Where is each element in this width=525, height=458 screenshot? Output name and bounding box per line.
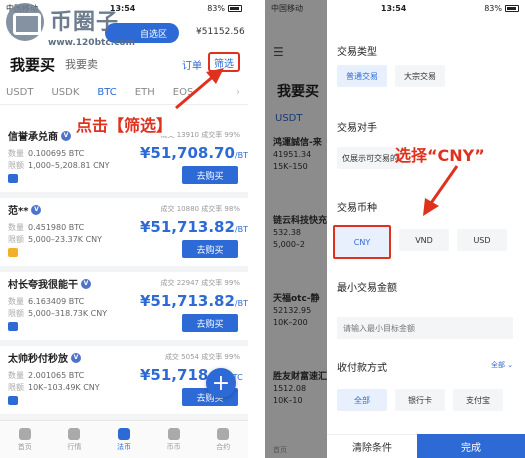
trade-type-title: 交易类型 xyxy=(337,47,377,58)
payment-bank-card[interactable]: 银行卡 xyxy=(395,389,445,411)
done-button[interactable]: 完成 xyxy=(417,434,525,458)
left-phone-screen: 币圈子 www.120btc.com 中国移动 13:54 83% 自选区 ¥5… xyxy=(0,0,248,458)
nav-icon xyxy=(217,427,230,440)
nav-icon xyxy=(18,427,31,440)
annotation-arrow-icon xyxy=(175,68,224,110)
counterparty-title: 交易对手 xyxy=(337,123,377,134)
verified-icon: V xyxy=(81,278,91,289)
unit-price: ¥51,713.82/BTC xyxy=(140,292,248,310)
limit: 限额 10K–103.49K CNY xyxy=(8,383,100,392)
coin-tab-usdk[interactable]: USDK xyxy=(51,87,79,98)
watermark-logo-icon xyxy=(6,3,44,41)
payment-method-icon xyxy=(8,248,18,257)
carrier: 中国移动 xyxy=(271,4,303,13)
coin-tab-usdt[interactable]: USDT xyxy=(6,87,33,98)
nav-icon xyxy=(68,427,81,440)
nav-icon xyxy=(167,427,180,440)
buy-button[interactable]: 去购买 xyxy=(182,240,238,258)
coin-tab-eth[interactable]: ETH xyxy=(135,87,155,98)
limit: 限额 5,000–318.73K CNY xyxy=(8,309,108,318)
payment-all-toggle[interactable]: 全部 ⌄ xyxy=(491,360,513,370)
payment-method-icon xyxy=(8,396,18,405)
quantity: 数量 0.451980 BTC xyxy=(8,223,85,232)
nav-icon xyxy=(117,427,130,440)
payment-title: 收付款方式 xyxy=(337,363,387,374)
battery-icon xyxy=(505,5,519,12)
quantity: 数量 6.163409 BTC xyxy=(8,297,85,306)
clock: 13:54 xyxy=(380,4,407,13)
min-amount-input[interactable] xyxy=(337,317,513,339)
buy-button[interactable]: 去购买 xyxy=(182,314,238,332)
merchant-stats: 成交 10880 成交率 98% xyxy=(160,205,240,213)
nav-item[interactable]: 首页 xyxy=(18,427,32,452)
unit-price: ¥51,708.70/BTC xyxy=(140,144,248,162)
coin-tab-btc[interactable]: BTC xyxy=(97,87,116,98)
battery-percent: 83% xyxy=(484,4,502,13)
quantity: 数量 0.100695 BTC xyxy=(8,149,85,158)
nav-item[interactable]: 法币 xyxy=(117,427,131,452)
chevron-down-icon: ⌄ xyxy=(507,361,514,369)
watermark-url: www.120btc.com xyxy=(48,38,135,48)
payment-alipay[interactable]: 支付宝 xyxy=(453,389,503,411)
counterparty-tradable-only[interactable]: 仅展示可交易的 xyxy=(337,147,403,169)
payment-method-icon xyxy=(8,174,18,183)
quantity: 数量 2.001065 BTC xyxy=(8,371,85,380)
nav-item[interactable]: 合约 xyxy=(216,427,230,452)
annotation-select-cny: 选择“CNY” xyxy=(395,146,485,165)
listing-item: 范** V 成交 10880 成交率 98% 数量 0.451980 BTC 限额 5,00… xyxy=(0,198,248,272)
add-button[interactable]: + xyxy=(206,368,236,398)
verified-icon: V xyxy=(31,204,42,215)
verified-icon: V xyxy=(71,352,81,363)
battery-icon xyxy=(228,5,242,12)
site-watermark: 币圈子 www.120btc.com xyxy=(2,0,135,62)
nav-item[interactable]: 行情 xyxy=(67,427,81,452)
limit: 限额 1,000–5,208.81 CNY xyxy=(8,161,110,170)
payment-all[interactable]: 全部 xyxy=(337,389,387,411)
status-bar: 中国移动 13:54 83% xyxy=(265,0,525,17)
watermark-title: 币圈子 xyxy=(50,10,120,35)
verified-icon: V xyxy=(61,130,71,141)
payment-method-icon xyxy=(8,322,18,331)
nav-item[interactable]: 币币 xyxy=(167,427,181,452)
listing-item: 村长夸我很能干 V 成交 22947 成交率 99% 数量 6.163409 BTC 限额… xyxy=(0,272,248,346)
currency-cny[interactable]: CNY xyxy=(333,225,391,259)
merchant-stats: 成交 5054 成交率 99% xyxy=(164,353,240,361)
overlay-dim[interactable] xyxy=(265,0,327,458)
clear-conditions-button[interactable]: 清除条件 xyxy=(327,434,417,458)
currency-usd[interactable]: USD xyxy=(457,229,507,251)
unit-price: ¥51,713.82/BTC xyxy=(140,218,248,236)
merchant-stats: 成交 22947 成交率 99% xyxy=(160,279,240,287)
drawer-footer: 清除条件 完成 xyxy=(327,434,525,458)
filter-drawer: 交易类型 普通交易 大宗交易 交易对手 仅展示可交易的 交易币种 CNY VND… xyxy=(327,17,525,458)
trade-type-normal[interactable]: 普通交易 xyxy=(337,65,387,87)
currency-title: 交易币种 xyxy=(337,203,377,214)
limit: 限额 5,000–23.37K CNY xyxy=(8,235,103,244)
min-amount-title: 最小交易金额 xyxy=(337,283,397,294)
right-phone-screen: 中国移动 13:54 83% ☰ 我要买 USDT 鸿運誠信-来 41951.34… xyxy=(265,0,525,458)
buy-button[interactable]: 去购买 xyxy=(182,166,238,184)
currency-vnd[interactable]: VND xyxy=(399,229,449,251)
trade-type-bulk[interactable]: 大宗交易 xyxy=(395,65,445,87)
balance: ¥51152.56 xyxy=(196,27,245,37)
battery-percent: 83% xyxy=(207,4,225,13)
annotation-click-filter: 点击【筛选】 xyxy=(74,112,175,136)
bottom-nav: 首页 行情 法币 币币 合约 xyxy=(0,420,248,458)
annotation-arrow-icon xyxy=(423,165,459,216)
chevron-right-icon[interactable]: › xyxy=(236,87,240,98)
